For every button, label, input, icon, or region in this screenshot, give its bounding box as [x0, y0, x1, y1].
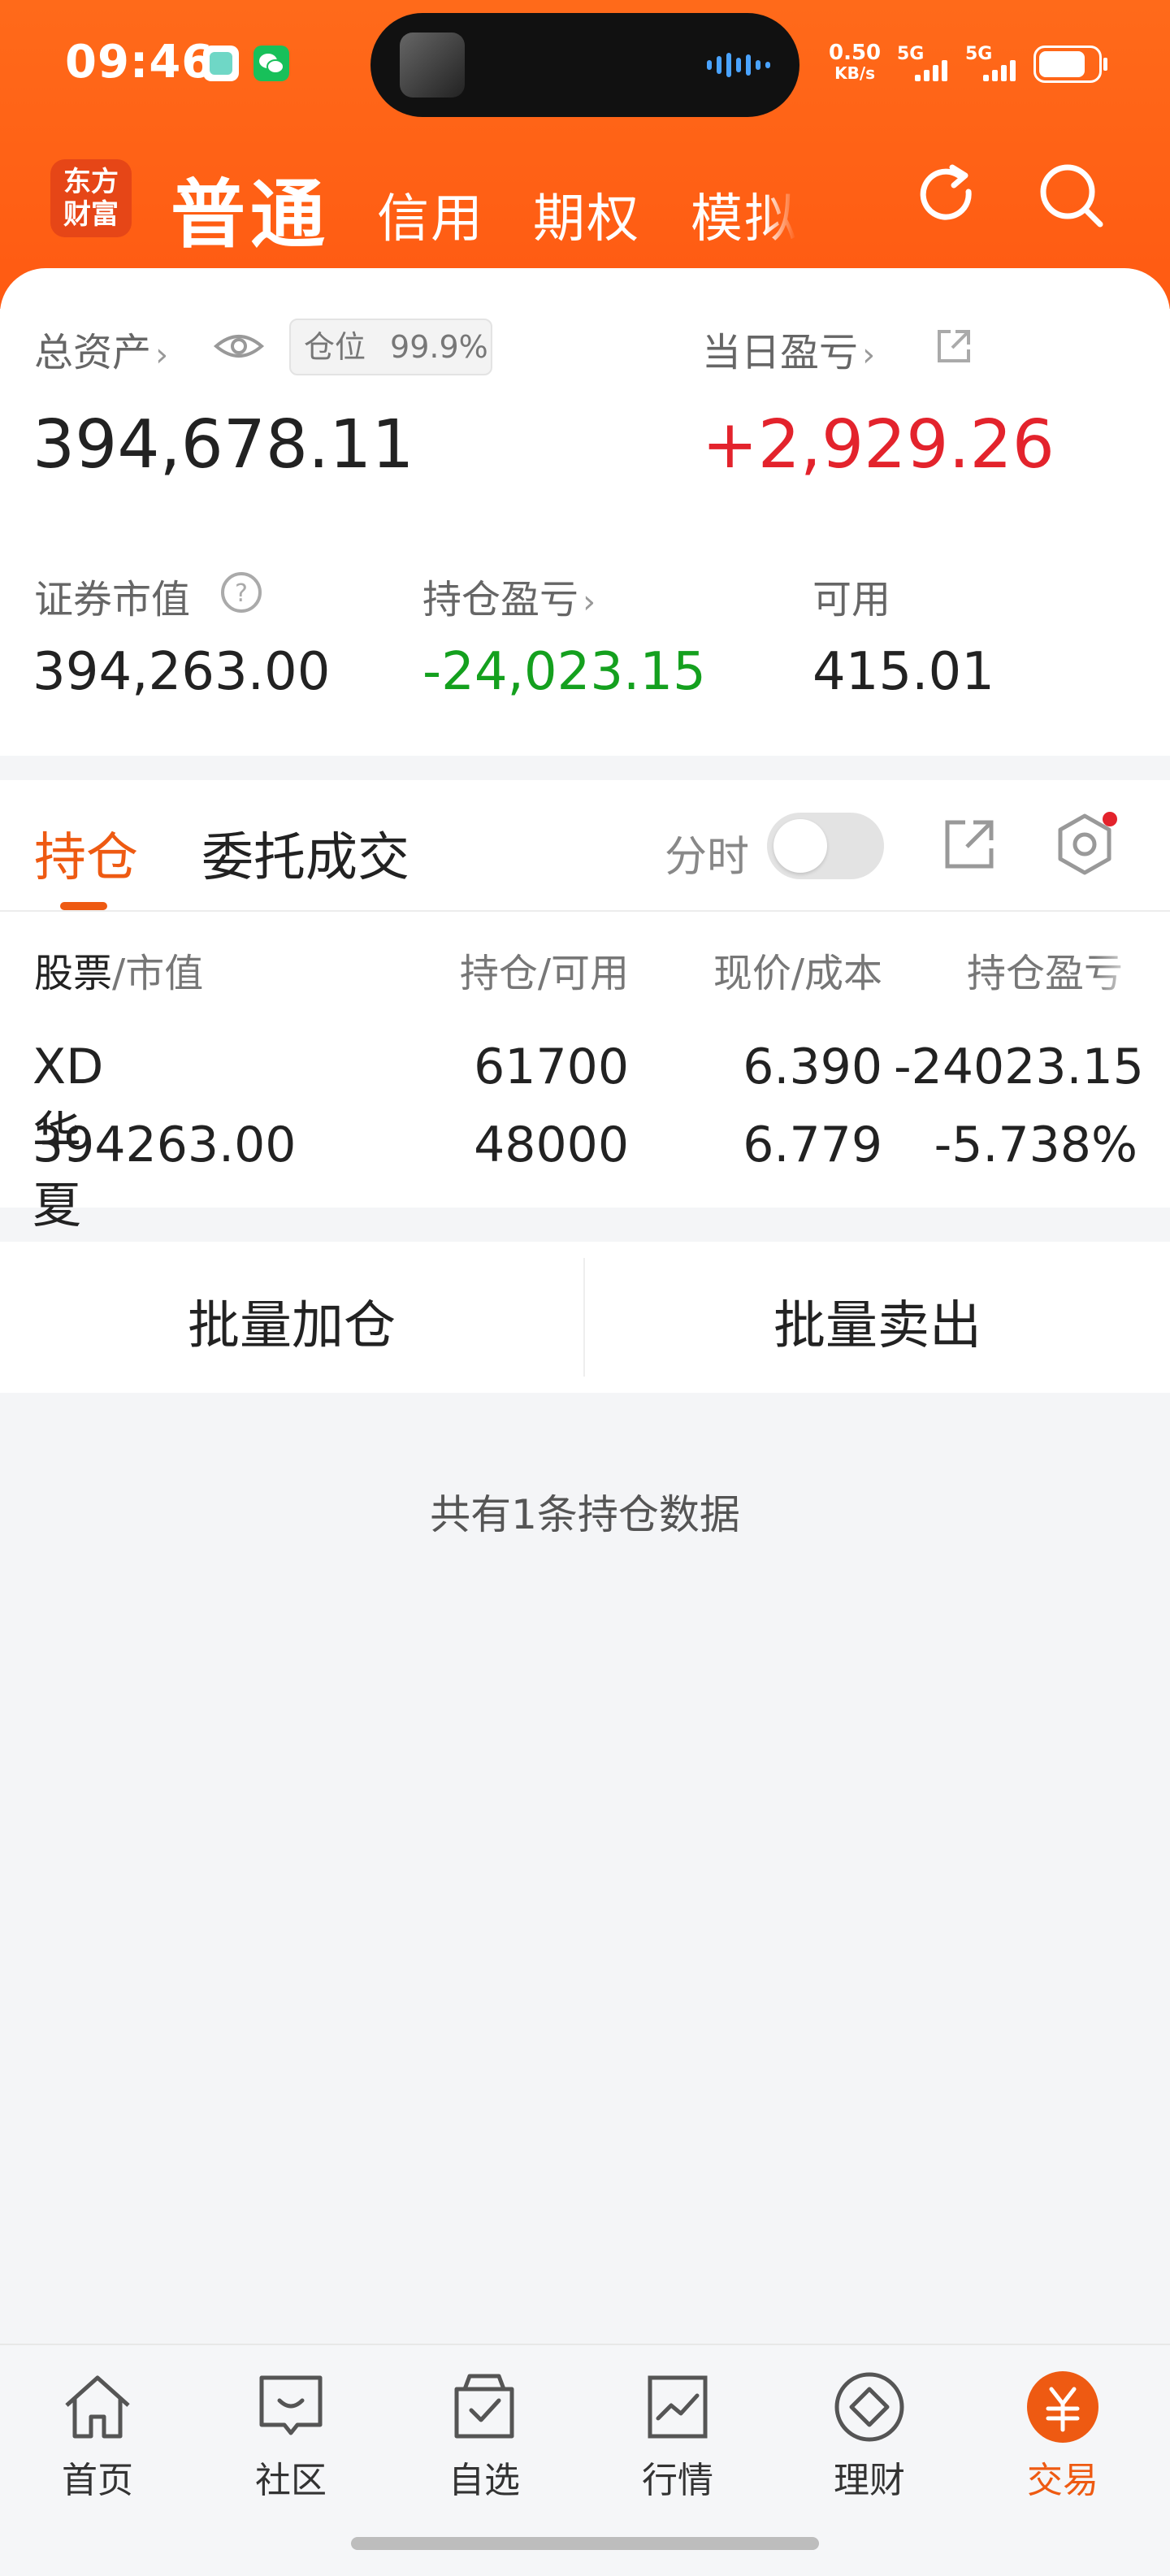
stock-pnl: -24023.15 [894, 1039, 1144, 1095]
status-time: 09:46 [65, 36, 214, 89]
eye-icon[interactable] [213, 323, 265, 369]
wechat-icon [254, 46, 289, 81]
net-speed: 0.50 KB/s [829, 41, 882, 83]
batch-add-button[interactable]: 批量加仓 [0, 1284, 583, 1359]
tab-holdings[interactable]: 持仓 [34, 816, 138, 891]
dynamic-island[interactable] [370, 13, 800, 117]
nav-label: 社区 [255, 2460, 327, 2501]
nav-label: 理财 [834, 2460, 905, 2501]
nav-home[interactable]: 首页 [16, 2368, 179, 2503]
svg-text:?: ? [235, 579, 248, 608]
stock-available: 48000 [474, 1117, 629, 1173]
total-assets-label-group[interactable]: 总资产 › [34, 320, 168, 377]
search-icon[interactable] [1035, 159, 1108, 232]
export-icon[interactable] [939, 814, 999, 874]
tab-options[interactable]: 期权 [533, 177, 640, 252]
available-label: 可用 [812, 577, 891, 622]
market-value-value: 394,263.00 [32, 642, 331, 702]
fenshi-toggle[interactable] [767, 813, 884, 879]
column-header-position: 持仓/可用 [459, 951, 629, 996]
nav-wealth[interactable]: 理财 [788, 2368, 951, 2503]
daily-pnl-label-group[interactable]: 当日盈亏 › [702, 320, 875, 377]
market-value-label-group: 证券市值 [34, 567, 190, 624]
nav-label: 首页 [62, 2460, 133, 2501]
tab-credit[interactable]: 信用 [377, 177, 484, 252]
tab-normal[interactable]: 普通 [171, 154, 330, 262]
total-assets-value: 394,678.11 [32, 406, 414, 484]
yuan-icon [1027, 2371, 1098, 2443]
batch-sell-button[interactable]: 批量卖出 [585, 1284, 1170, 1359]
tab-simulate[interactable]: 模拟 [691, 177, 796, 252]
stock-position: 61700 [474, 1039, 629, 1095]
chevron-right-icon: › [155, 336, 169, 374]
media-thumbnail [400, 33, 465, 98]
app-logo: 东方 财富 [50, 159, 132, 237]
signal-icon-1: 5G [897, 44, 954, 86]
holding-pnl-value: -24,023.15 [422, 642, 706, 702]
notification-app-icon [203, 46, 239, 81]
stock-market-value: 394263.00 [32, 1117, 297, 1173]
nav-label: 交易 [1027, 2460, 1098, 2501]
column-header-price: 现价/成本 [713, 951, 882, 996]
active-tab-indicator [60, 902, 107, 910]
holding-pnl-label: 持仓盈亏 [422, 577, 579, 622]
help-icon[interactable]: ? [219, 570, 263, 614]
audio-wave-icon [707, 52, 770, 78]
chart-icon [648, 2375, 708, 2439]
settings-icon[interactable] [1050, 809, 1120, 879]
nav-label: 自选 [448, 2460, 520, 2501]
watchlist-icon [454, 2374, 514, 2439]
home-indicator[interactable] [351, 2537, 819, 2550]
chevron-right-icon: › [862, 336, 876, 374]
holding-pnl-label-group[interactable]: 持仓盈亏 › [422, 567, 596, 624]
battery-icon [1034, 46, 1107, 83]
position-badge: 仓位 99.9% [289, 319, 492, 375]
divider [0, 910, 1170, 912]
chat-icon [259, 2375, 323, 2435]
nav-watchlist[interactable]: 自选 [403, 2368, 566, 2503]
signal-icon-2: 5G [965, 44, 1022, 86]
chevron-right-icon: › [583, 583, 596, 621]
home-icon [65, 2375, 130, 2439]
nav-market[interactable]: 行情 [596, 2368, 759, 2503]
tab-orders[interactable]: 委托成交 [202, 816, 410, 891]
market-value-label: 证券市值 [34, 577, 191, 622]
diamond-icon [834, 2372, 904, 2442]
fenshi-label: 分时 [665, 833, 750, 882]
nav-community[interactable]: 社区 [210, 2368, 372, 2503]
column-header-pnl: 持仓盈亏 [967, 951, 1124, 996]
stock-price: 6.390 [743, 1039, 882, 1095]
total-assets-label: 总资产 [34, 330, 152, 375]
holdings-count-note: 共有1条持仓数据 [430, 1491, 740, 1538]
stock-pnl-pct: -5.738% [934, 1117, 1138, 1173]
available-value: 415.01 [812, 642, 994, 702]
daily-pnl-value: +2,929.26 [702, 406, 1055, 484]
nav-trade[interactable]: 交易 [982, 2368, 1144, 2503]
refresh-icon[interactable] [910, 159, 983, 232]
stock-cost: 6.779 [743, 1117, 882, 1173]
nav-label: 行情 [642, 2460, 713, 2501]
share-icon[interactable] [933, 325, 975, 367]
column-header-stock: 股票/市值 [34, 951, 204, 996]
daily-pnl-label: 当日盈亏 [702, 330, 859, 375]
